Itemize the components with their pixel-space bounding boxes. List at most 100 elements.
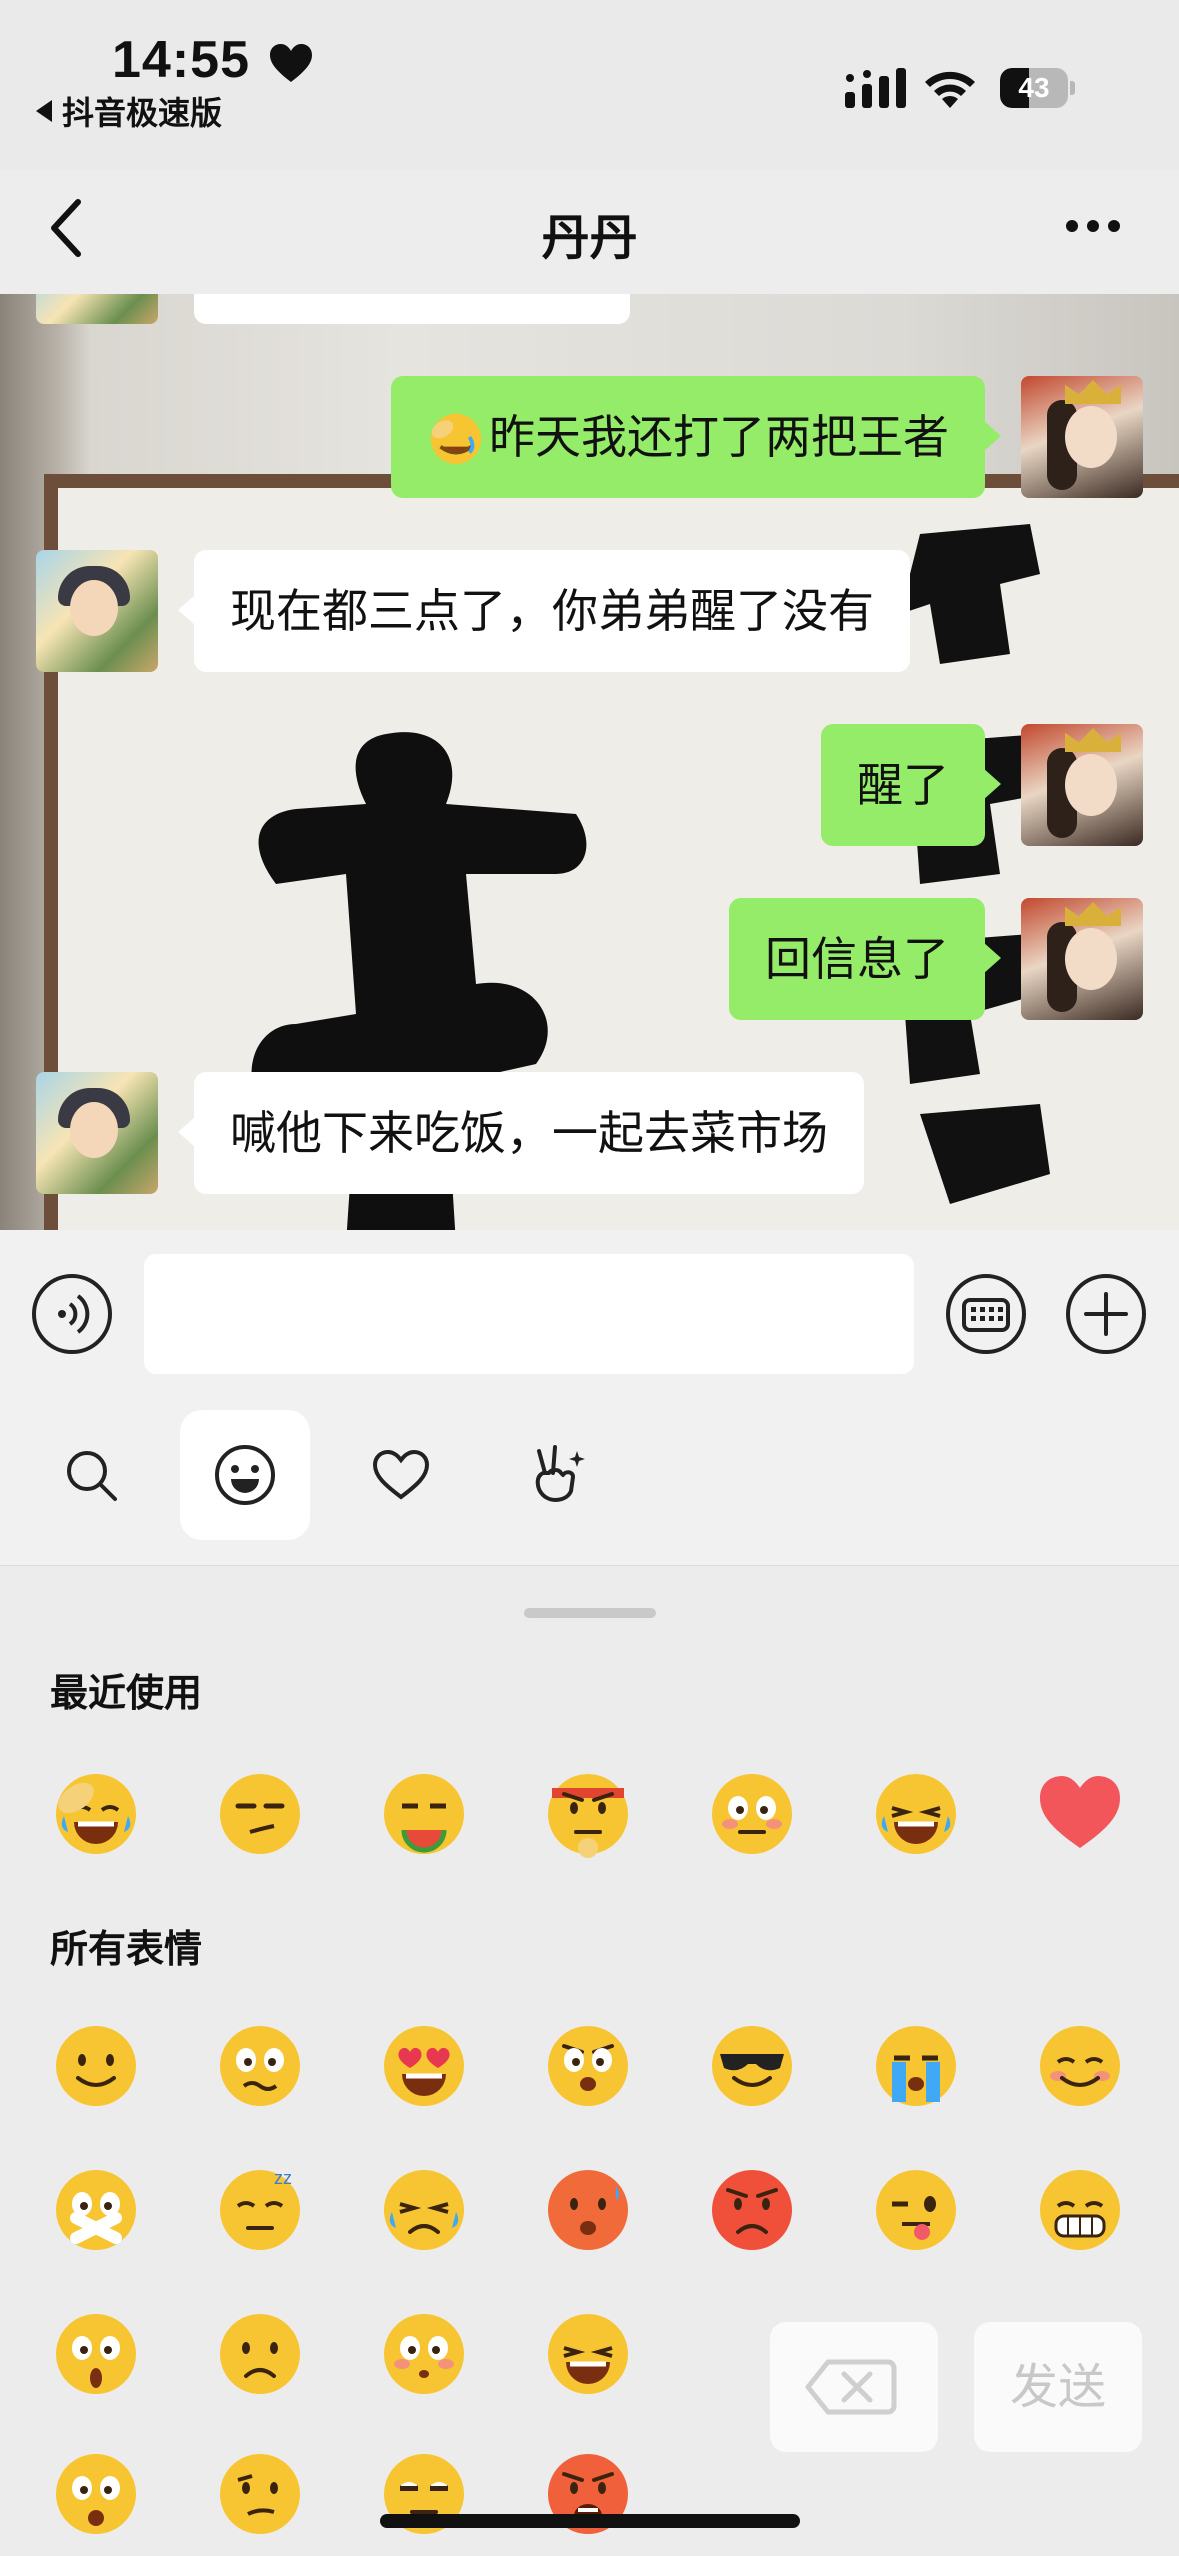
avatar-self[interactable] (1021, 724, 1143, 846)
emoji-headband-thinking[interactable] (542, 1766, 634, 1858)
message-text: 回信息了 (765, 932, 949, 986)
flushed-small-emoji-icon (384, 2314, 464, 2394)
angry-stare-emoji-icon (548, 2026, 628, 2106)
plus-button[interactable] (1066, 1274, 1146, 1354)
victory-hand-icon (535, 1445, 585, 1502)
flushed-emoji-icon (712, 1774, 792, 1854)
avatar-contact[interactable] (36, 550, 158, 672)
emoji-embarrassed[interactable] (542, 2162, 634, 2254)
message-bubble[interactable]: 昨天我还打了两把王者 (391, 376, 1001, 498)
avatar-self[interactable] (1021, 376, 1143, 498)
tab-sticker[interactable] (492, 1410, 622, 1540)
emoji-sleepy[interactable]: zz (214, 2162, 306, 2254)
smile-emoji-icon (56, 2026, 136, 2106)
message-row-left: 喊他下来吃饭，一起去菜市场 (36, 1072, 864, 1194)
shush-emoji-icon (56, 2170, 136, 2250)
emoji-cry-loudly[interactable] (870, 2018, 962, 2110)
send-button[interactable]: 发送 (974, 2322, 1142, 2452)
plus-icon (1084, 1292, 1128, 1336)
message-partial (36, 294, 630, 324)
avatar-self[interactable] (1021, 898, 1143, 1020)
emoji-smirk[interactable] (214, 1766, 306, 1858)
message-row-right: 醒了 (821, 724, 1143, 846)
facepalm-emoji-icon (56, 1774, 136, 1854)
send-label: 发送 (1009, 2359, 1106, 2415)
emoji-flushed[interactable] (706, 1766, 798, 1858)
emoji-worried[interactable] (214, 2018, 306, 2110)
more-dots-icon[interactable] (1064, 216, 1122, 236)
voice-button[interactable] (32, 1274, 112, 1354)
cellular-signal-icon (845, 68, 906, 108)
emoji-flushed-small[interactable] (378, 2306, 470, 2398)
status-time: 14:55 (112, 31, 250, 89)
message-row-right: 回信息了 (729, 898, 1143, 1020)
recent-section-title: 最近使用 (50, 1671, 203, 1715)
message-text: 昨天我还打了两把王者 (489, 410, 949, 464)
back-to-app-link[interactable]: 抖音极速版 (36, 88, 222, 134)
emoji-cool[interactable] (706, 2018, 798, 2110)
tab-emoji[interactable] (180, 1410, 310, 1540)
chat-area[interactable]: 昨天我还打了两把王者 现在都三点了，你弟弟醒了没有 醒了 回信息了 喊他下来吃饭… (0, 294, 1179, 1230)
message-text: 醒了 (857, 758, 949, 812)
all-section-title: 所有表情 (50, 1927, 203, 1971)
message-bubble[interactable]: 喊他下来吃饭，一起去菜市场 (178, 1072, 864, 1194)
surprised-emoji-icon (56, 2314, 136, 2394)
emoji-shy[interactable] (1034, 2018, 1126, 2110)
emoji-confused[interactable] (214, 2446, 306, 2538)
keyboard-button[interactable] (946, 1274, 1026, 1354)
emoji-shush[interactable] (50, 2162, 142, 2254)
message-bubble[interactable]: 现在都三点了，你弟弟醒了没有 (178, 550, 910, 672)
emoji-smile[interactable] (50, 2018, 142, 2110)
emoji-heart-eyes[interactable] (378, 2018, 470, 2110)
keyboard-icon (962, 1298, 1010, 1332)
avatar-contact[interactable] (36, 1072, 158, 1194)
laugh-squint-emoji-icon (548, 2314, 628, 2394)
message-text: 现在都三点了，你弟弟醒了没有 (230, 584, 874, 638)
status-bar: 14:55 抖音极速版 43 (0, 0, 1179, 170)
wink-tongue-emoji-icon (876, 2170, 956, 2250)
heart-outline-icon (372, 1449, 430, 1500)
emoji-wink-tongue[interactable] (870, 2162, 962, 2254)
grin-emoji-icon (1040, 2170, 1120, 2250)
back-app-label: 抖音极速版 (62, 94, 223, 132)
svg-text:zz: zz (274, 2168, 292, 2188)
heart-eyes-emoji-icon (384, 2026, 464, 2106)
message-bubble (194, 294, 630, 324)
heart-icon (270, 44, 312, 82)
input-bar (0, 1230, 1179, 1565)
sad-emoji-icon (220, 2314, 300, 2394)
emoji-tears-squint[interactable] (378, 2162, 470, 2254)
confused-emoji-icon (220, 2454, 300, 2534)
delete-button[interactable] (770, 2322, 938, 2452)
wifi-icon (925, 71, 975, 108)
avatar[interactable] (36, 294, 158, 324)
search-icon (67, 1451, 117, 1501)
tab-favorites[interactable] (336, 1410, 466, 1540)
emoji-sad[interactable] (214, 2306, 306, 2398)
emoji-facepalm[interactable] (50, 1766, 142, 1858)
worried-emoji-icon (220, 2026, 300, 2106)
shocked-emoji-icon (56, 2454, 136, 2534)
message-bubble[interactable]: 醒了 (821, 724, 1001, 846)
emoji-furious[interactable] (706, 2162, 798, 2254)
battery-level: 43 (1018, 72, 1050, 103)
tab-search[interactable] (26, 1410, 156, 1540)
emoji-surprised[interactable] (50, 2306, 142, 2398)
emoji-shocked[interactable] (50, 2446, 142, 2538)
home-indicator[interactable] (380, 2514, 800, 2528)
emoji-angry-stare[interactable] (542, 2018, 634, 2110)
emoji-red-heart[interactable] (1034, 1766, 1126, 1858)
message-row-left: 现在都三点了，你弟弟醒了没有 (36, 550, 910, 672)
panel-grab-handle[interactable] (524, 1608, 656, 1618)
message-bubble[interactable]: 回信息了 (729, 898, 1001, 1020)
emoji-tears-of-joy[interactable] (870, 1766, 962, 1858)
furious-emoji-icon (712, 2170, 792, 2250)
chat-title: 丹丹 (541, 210, 638, 266)
emoji-laugh-squint[interactable] (542, 2306, 634, 2398)
shy-emoji-icon (1040, 2026, 1120, 2106)
message-text: 喊他下来吃饭，一起去菜市场 (230, 1106, 828, 1160)
emoji-eat-watermelon[interactable] (378, 1766, 470, 1858)
message-input[interactable] (144, 1254, 914, 1374)
emoji-grin[interactable] (1034, 2162, 1126, 2254)
red-heart-emoji-icon (1040, 1776, 1120, 1848)
